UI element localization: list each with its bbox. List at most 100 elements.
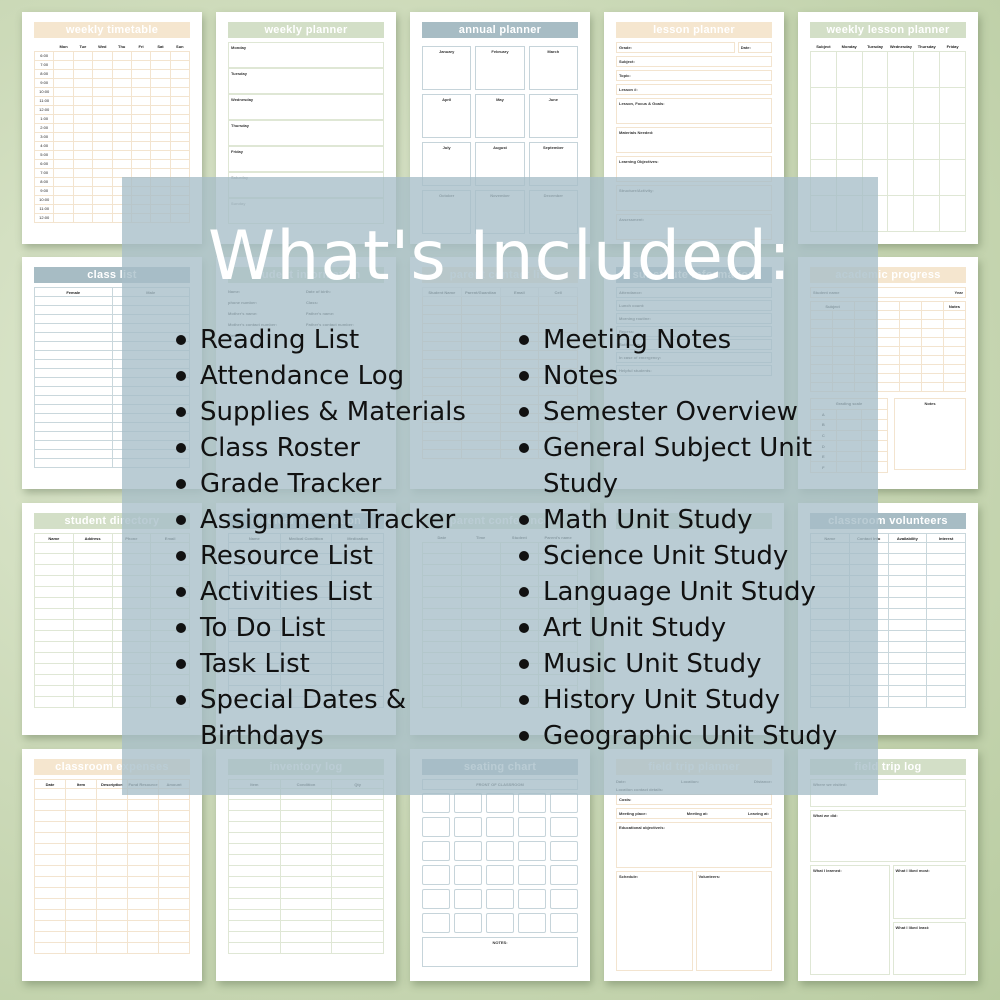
seat-box: [550, 889, 578, 909]
section-label: Learning Objectives:: [619, 159, 659, 164]
table-cell: [150, 122, 171, 133]
table-cell: [53, 86, 74, 97]
table-row: 6:00: [33, 158, 191, 169]
table-cell: [92, 203, 113, 214]
table-cell: [127, 821, 159, 833]
table-row: [34, 799, 190, 811]
month-label: May: [496, 97, 504, 102]
table-cell: [887, 564, 928, 576]
table-cell: [942, 346, 967, 356]
table-cell: [34, 422, 113, 432]
table-cell: [279, 810, 333, 822]
table-cell: [92, 140, 113, 151]
table-cell: [926, 575, 966, 587]
table-cell: [876, 310, 900, 320]
table-cell: [331, 799, 384, 811]
column-header: Thursday: [917, 43, 936, 49]
month-label: January: [438, 49, 455, 54]
table-cell: [331, 854, 384, 866]
table-cell: [861, 50, 889, 88]
table-cell: [34, 674, 74, 686]
table-cell: [887, 663, 928, 675]
table-cell: [913, 194, 941, 232]
table-cell: [876, 373, 900, 383]
included-item: History Unit Study: [515, 682, 845, 718]
table-cell: [72, 597, 113, 609]
notes-label: NOTES:: [492, 940, 508, 945]
table-cell: [926, 674, 966, 686]
table-cell: [65, 832, 97, 844]
table-cell: [158, 799, 190, 811]
table-cell: [72, 663, 113, 675]
meeting-row: Meeting place: Meeting at: Leaving at:: [616, 808, 772, 819]
table-row: [228, 865, 384, 877]
table-cell: [53, 203, 74, 214]
included-item: Activities List: [172, 574, 492, 610]
seat-box: [518, 817, 546, 837]
day-header: Thu: [118, 43, 126, 49]
table-row: [228, 876, 384, 888]
table-row: [228, 920, 384, 932]
table-cell: [34, 909, 66, 921]
day-box: Monday: [228, 42, 384, 68]
day-box: Friday: [228, 146, 384, 172]
table-cell: [96, 942, 128, 954]
included-item: Task List: [172, 646, 492, 682]
table-cell: [92, 194, 113, 205]
table-cell: [861, 122, 889, 160]
table-cell: [920, 382, 944, 392]
table-cell: [150, 86, 171, 97]
included-item: Special Dates & Birthdays: [172, 682, 492, 754]
table-cell: [835, 122, 863, 160]
table-row: 8:00: [33, 68, 191, 79]
table-cell: [913, 158, 941, 196]
table-cell: [926, 586, 966, 598]
table-row: 7:00: [33, 59, 191, 70]
day-label: Tuesday: [231, 71, 247, 76]
month-label: July: [442, 145, 451, 150]
included-item: Attendance Log: [172, 358, 492, 394]
table-cell: [34, 431, 113, 441]
table-cell: [939, 194, 966, 232]
table-cell: [150, 95, 171, 106]
included-item: Math Unit Study: [515, 502, 845, 538]
table-cell: [65, 854, 97, 866]
log-box: What I liked least:: [892, 922, 966, 975]
table-cell: [65, 876, 97, 888]
table-cell: [158, 942, 190, 954]
table-cell: [34, 314, 113, 324]
field-label: What I liked most:: [895, 868, 930, 873]
table-cell: [920, 337, 944, 347]
table-cell: [111, 68, 132, 79]
table-cell: [96, 843, 128, 855]
table-cell: [898, 364, 922, 374]
table-cell: [92, 68, 113, 79]
table-cell: [127, 876, 159, 888]
table-cell: [92, 122, 113, 133]
table-row: [34, 854, 190, 866]
table-cell: [53, 104, 74, 115]
included-item: Assignment Tracker: [172, 502, 492, 538]
day-box: Tuesday: [228, 68, 384, 94]
table-row: [228, 810, 384, 822]
table-cell: [127, 898, 159, 910]
table-cell: [158, 920, 190, 932]
table-cell: [920, 355, 944, 365]
time-label: 11:00: [33, 203, 55, 214]
table-cell: [111, 158, 132, 169]
field-label: What I liked least:: [895, 925, 930, 930]
table-row: 5:00: [33, 149, 191, 160]
table-cell: [130, 149, 152, 160]
table-cell: [72, 68, 94, 79]
table-cell: [92, 176, 113, 187]
time-label: 11:00: [33, 95, 55, 106]
table-cell: [34, 440, 113, 450]
table-cell: [72, 685, 113, 697]
table-cell: [898, 337, 922, 347]
table-cell: [810, 86, 837, 124]
table-cell: [942, 382, 967, 392]
table-cell: [898, 346, 922, 356]
table-cell: [127, 810, 159, 822]
table-cell: [926, 553, 966, 565]
time-label: 1:00: [33, 113, 55, 124]
